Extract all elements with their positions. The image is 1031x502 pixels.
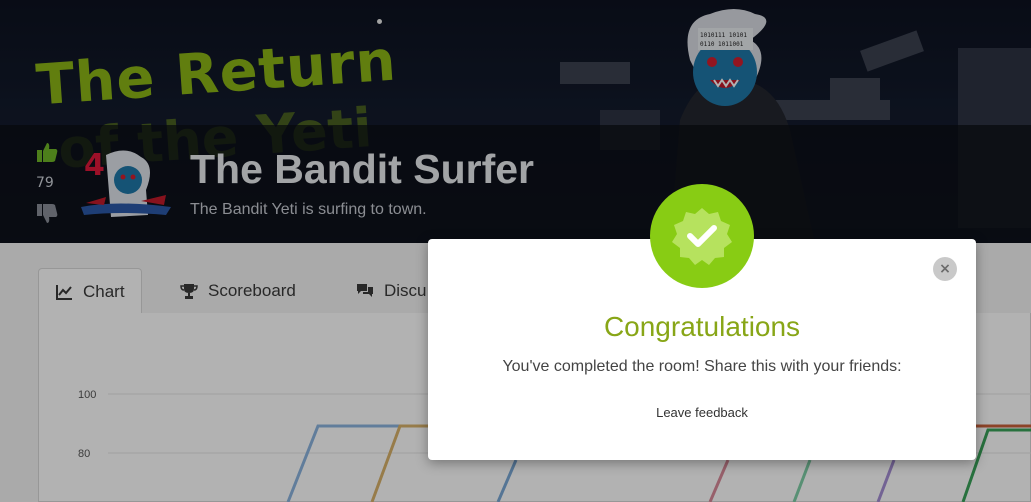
- close-button[interactable]: ×: [933, 257, 957, 281]
- modal-message: You've completed the room! Share this wi…: [502, 358, 902, 375]
- modal-title: Congratulations: [603, 311, 801, 342]
- close-icon: ×: [939, 261, 951, 277]
- check-badge-icon: [672, 208, 732, 265]
- completion-badge: [650, 184, 754, 288]
- leave-feedback-link[interactable]: Leave feedback: [428, 405, 976, 420]
